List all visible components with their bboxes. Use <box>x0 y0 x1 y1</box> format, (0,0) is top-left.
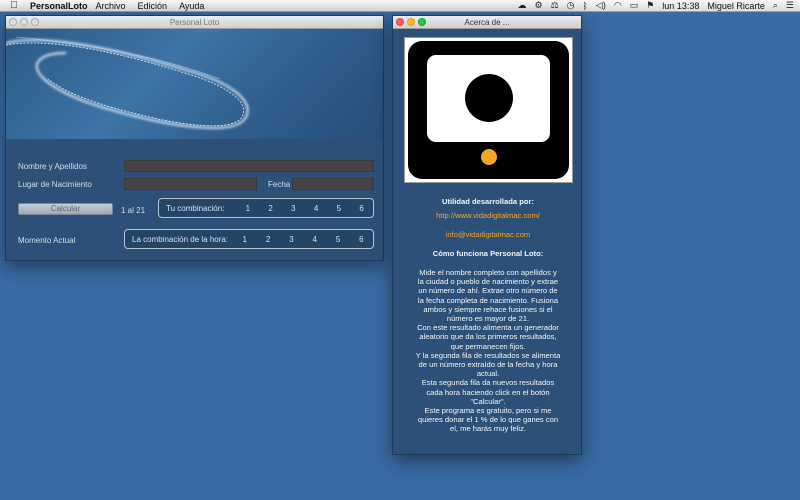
bluetooth-icon[interactable]: ᛒ <box>583 1 588 11</box>
name-label: Nombre y Apellidos <box>18 162 87 171</box>
description-line: la ciudad o pueblo de nacimiento y extra… <box>417 277 559 287</box>
minimize-button[interactable] <box>20 18 28 26</box>
description-line: que permanecen fijos. <box>450 341 526 351</box>
light-trail-image <box>6 36 249 130</box>
birthplace-label: Lugar de Nacimiento <box>18 180 92 189</box>
user-name[interactable]: Miguel Ricarte <box>707 1 765 11</box>
birthplace-field[interactable] <box>124 178 257 190</box>
description-line: número es mayor de 21. <box>446 314 530 324</box>
hour-combination-box: La combinación de la hora: 1 2 3 4 5 6 <box>124 229 374 249</box>
description-line: ambos y siempre rehace fusiones si el <box>423 304 553 314</box>
apple-menu-icon[interactable]:  <box>4 0 24 11</box>
description-line: Este programa es gratuito, pero si me <box>424 406 552 416</box>
description-line: Con este resultado alimenta un generador <box>417 323 559 333</box>
description-line: cada hora haciendo click en el botón <box>426 387 550 397</box>
about-window-title: Acerca de ... <box>464 17 510 27</box>
combination-number: 2 <box>268 203 273 213</box>
wifi-icon[interactable]: ◠ <box>614 0 622 11</box>
combination-number: 6 <box>359 203 364 213</box>
main-window-titlebar[interactable]: Personal Loto <box>6 16 383 29</box>
main-window: Personal Loto Nombre y Apellidos Lugar d… <box>5 15 384 261</box>
name-field[interactable] <box>124 160 374 172</box>
clock-icon[interactable]: ◷ <box>567 0 575 11</box>
zoom-button[interactable] <box>418 18 426 26</box>
menu-bar:  PersonalLoto Archivo Edición Ayuda ☁ ⚙… <box>0 0 800 12</box>
app-logo-icon <box>408 41 569 179</box>
description-text: Mide el nombre completo con apellidos y … <box>401 268 575 434</box>
description-line: aleatorio que da los primeros resultados… <box>419 332 557 342</box>
minimize-button[interactable] <box>407 18 415 26</box>
wheel-icon[interactable]: ⚙ <box>535 0 543 11</box>
date-field[interactable] <box>292 178 374 190</box>
description-line: actual. <box>476 369 500 379</box>
hour-combination-label: La combinación de la hora: <box>132 234 229 244</box>
combination-number: 5 <box>336 203 342 213</box>
app-menu[interactable]: PersonalLoto <box>30 1 88 11</box>
current-moment-label: Momento Actual <box>18 236 76 245</box>
menu-archivo[interactable]: Archivo <box>96 1 126 11</box>
flag-icon[interactable]: ⚑ <box>646 0 654 11</box>
description-line: "Calcular". <box>470 396 506 406</box>
hour-combination-number: 2 <box>265 234 271 244</box>
description-line: Y la segunda fila de resultados se alime… <box>415 350 561 360</box>
combination-label: Tu combinación: <box>166 203 225 213</box>
how-it-works-title: Cómo funciona Personal Loto: <box>432 249 544 258</box>
description-line: Esta segunda fila da nuevos resultados <box>421 378 555 388</box>
date-label: Fecha <box>268 180 291 189</box>
developed-by-text: Utilidad desarrollada por: <box>442 197 534 206</box>
combination-number: 1 <box>245 203 251 213</box>
description-line: un número de ahí. Extrae otro número de <box>418 286 558 296</box>
close-button[interactable] <box>396 18 404 26</box>
description-line: de un número extraído de la fecha y hora <box>418 360 558 370</box>
menu-edicion[interactable]: Edición <box>138 1 168 11</box>
status-area: ☁ ⚙ ⚖ ◷ ᛒ ◁) ◠ ▭ ⚑ lun 13:38 Miguel Rica… <box>518 0 800 11</box>
zoom-button[interactable] <box>31 18 39 26</box>
range-label: 1 al 21 <box>121 206 146 215</box>
about-window-titlebar[interactable]: Acerca de ... <box>393 16 581 29</box>
hour-combination-number: 3 <box>289 234 294 244</box>
email-link[interactable]: info@vidadigitalmac.com <box>401 230 575 239</box>
main-window-title: Personal Loto <box>169 17 220 27</box>
hour-combination-number: 4 <box>312 234 317 244</box>
app-logo-frame <box>404 37 573 183</box>
menu-ayuda[interactable]: Ayuda <box>179 1 204 11</box>
close-button[interactable] <box>9 18 17 26</box>
scale-icon[interactable]: ⚖ <box>551 0 559 11</box>
website-link[interactable]: http://www.vidadigitalmac.com/ <box>401 211 575 220</box>
hour-combination-number: 1 <box>242 234 247 244</box>
description-line: quieres donar el 1 % de lo que ganes con <box>417 415 559 425</box>
hour-combination-number: 6 <box>359 234 364 244</box>
clock-text[interactable]: lun 13:38 <box>662 1 699 11</box>
combination-box: Tu combinación: 1 2 3 4 5 6 <box>158 198 374 218</box>
about-window: Acerca de ... Utilidad desarrollada por:… <box>392 15 582 455</box>
description-line: la fecha completa de nacimiento. Fusiona <box>417 295 559 305</box>
battery-icon[interactable]: ▭ <box>630 0 639 11</box>
spotlight-icon[interactable]: ⌕ <box>773 0 778 11</box>
description-line: el, me harás muy feliz. <box>450 424 526 434</box>
notification-center-icon[interactable]: ☰ <box>786 0 794 11</box>
calculate-button[interactable]: Calcular <box>18 203 113 215</box>
combination-number: 3 <box>291 203 296 213</box>
volume-icon[interactable]: ◁) <box>596 0 606 11</box>
hour-combination-number: 5 <box>335 234 341 244</box>
description-line: Mide el nombre completo con apellidos y <box>419 268 557 277</box>
header-image <box>6 29 383 139</box>
cloud-icon[interactable]: ☁ <box>518 0 527 11</box>
combination-number: 4 <box>313 203 319 213</box>
